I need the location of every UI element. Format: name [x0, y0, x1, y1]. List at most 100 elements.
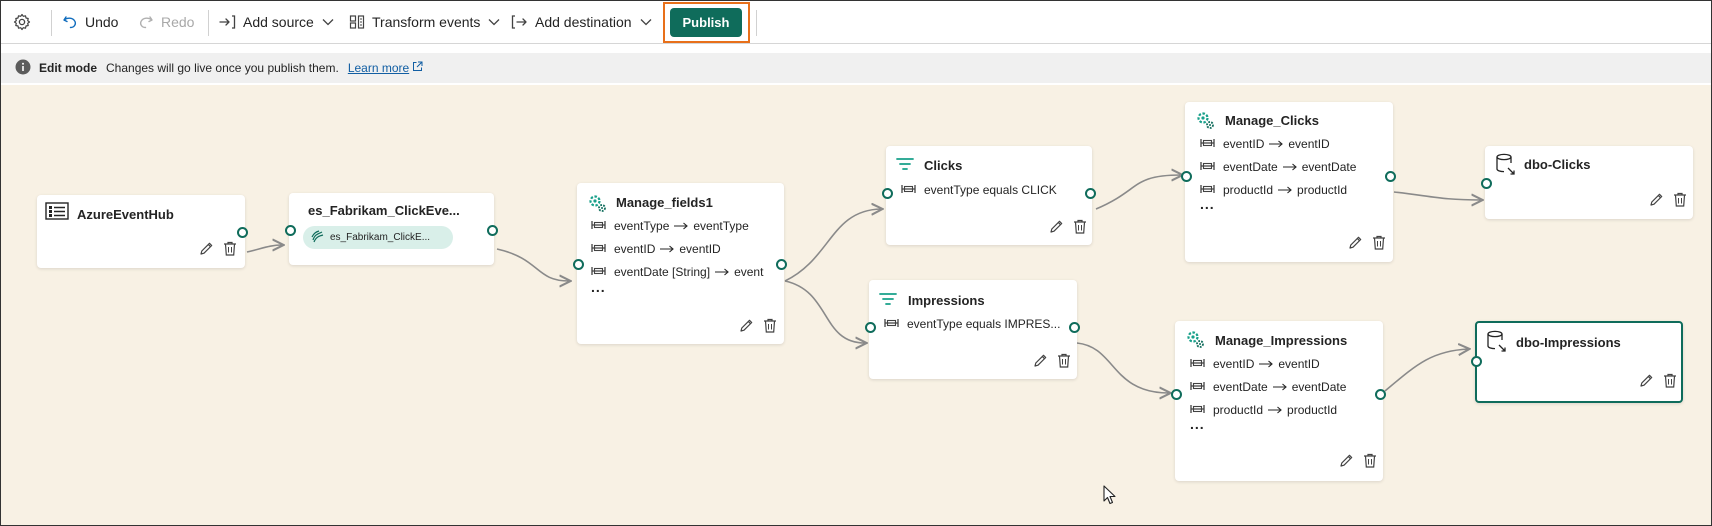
field-mapping-row: eventID eventID [1200, 137, 1330, 151]
undo-button[interactable]: Undo [62, 1, 118, 43]
add-source-icon [219, 14, 236, 30]
field-to: event [734, 265, 764, 279]
edit-icon[interactable] [1649, 192, 1664, 212]
filter-condition-row: eventType equals IMPRES... [884, 317, 1060, 331]
node-manage-clicks[interactable]: Manage_Clicks eventID eventID eventDate … [1181, 102, 1396, 262]
field-to: eventID [1278, 357, 1320, 371]
edit-mode-label: Edit mode [39, 61, 98, 75]
transform-events-button[interactable]: Transform events [349, 1, 500, 43]
learn-more-link[interactable]: Learn more [348, 61, 423, 75]
transform-events-label: Transform events [372, 14, 481, 30]
edit-icon[interactable] [1033, 353, 1048, 373]
learn-more-label: Learn more [347, 61, 410, 75]
arrow-right-icon [674, 219, 689, 233]
mouse-cursor-icon [1103, 485, 1117, 510]
stream-chip[interactable]: es_Fabrikam_ClickE... [303, 226, 453, 249]
output-port[interactable] [1069, 322, 1080, 333]
field-mapping-row: productId productId [1190, 403, 1337, 417]
redo-button[interactable]: Redo [138, 1, 194, 43]
connection-line [1095, 175, 1181, 210]
input-port[interactable] [573, 259, 584, 270]
input-port[interactable] [865, 322, 876, 333]
chevron-down-icon [640, 18, 652, 26]
delete-icon[interactable] [763, 318, 777, 338]
field-map-icon [901, 183, 916, 197]
add-source-button[interactable]: Add source [219, 1, 334, 43]
eventstream-icon [311, 229, 324, 246]
connection-line [784, 209, 881, 282]
delete-icon[interactable] [223, 241, 237, 261]
field-to: productId [1287, 403, 1338, 417]
add-destination-icon [511, 14, 528, 30]
edit-icon[interactable] [1348, 235, 1363, 255]
field-from: productId [1223, 183, 1274, 197]
edit-mode-banner: Edit mode Changes will go live once you … [1, 53, 1711, 83]
edit-icon[interactable] [1339, 453, 1354, 473]
output-port[interactable] [1375, 389, 1386, 400]
toolbar-divider [51, 10, 52, 36]
output-port[interactable] [487, 225, 498, 236]
field-from: eventDate [String] [614, 265, 711, 279]
field-mapping-row: eventID eventID [1190, 357, 1320, 371]
more-fields: ... [1190, 416, 1205, 432]
stream-chip-label: es_Fabrikam_ClickE... [330, 232, 431, 243]
edit-icon[interactable] [1639, 373, 1654, 393]
node-manage-impressions[interactable]: Manage_Impressions eventID eventID event… [1171, 321, 1386, 481]
edit-icon[interactable] [199, 241, 214, 261]
connection-line [1076, 342, 1169, 393]
arrow-right-icon [1269, 137, 1284, 151]
arrow-right-icon [715, 265, 729, 279]
input-port[interactable] [1481, 178, 1492, 189]
node-title: Manage_Clicks [1225, 113, 1319, 128]
info-icon [15, 59, 31, 78]
input-port[interactable] [1171, 389, 1182, 400]
field-map-icon [884, 317, 899, 331]
node-eventstream[interactable]: es_Fabrikam_ClickEve... es_Fabrikam_Clic… [285, 193, 498, 265]
toolbar-divider [756, 10, 757, 36]
undo-label: Undo [85, 14, 119, 30]
node-title: Clicks [924, 158, 963, 173]
node-impressions-filter[interactable]: Impressions eventType equals IMPRES... [865, 280, 1080, 379]
node-azure-event-hub[interactable]: AzureEventHub [37, 195, 248, 268]
delete-icon[interactable] [1673, 192, 1687, 212]
field-map-icon [591, 219, 606, 233]
add-destination-button[interactable]: Add destination [511, 1, 652, 43]
field-mapping-row: eventType eventType [591, 219, 749, 233]
delete-icon[interactable] [1363, 453, 1377, 473]
output-port[interactable] [776, 259, 787, 270]
input-port[interactable] [1181, 171, 1192, 182]
input-port[interactable] [882, 188, 893, 199]
field-map-icon [1190, 357, 1205, 371]
output-port[interactable] [1385, 171, 1396, 182]
arrow-right-icon [1268, 403, 1282, 417]
delete-icon[interactable] [1372, 235, 1386, 255]
delete-icon[interactable] [1073, 219, 1087, 239]
node-manage-fields1[interactable]: Manage_fields1 eventType eventType event… [573, 183, 787, 344]
input-port[interactable] [1471, 356, 1482, 367]
field-to: eventID [679, 242, 721, 256]
connections-layer [246, 85, 1711, 526]
delete-icon[interactable] [1057, 353, 1071, 373]
edit-icon[interactable] [739, 318, 754, 338]
input-port[interactable] [285, 225, 296, 236]
field-map-icon [591, 242, 606, 256]
redo-icon [138, 14, 154, 30]
node-dbo-impressions[interactable]: dbo-Impressions [1471, 321, 1683, 403]
field-to: eventType [693, 219, 749, 233]
node-dbo-clicks[interactable]: dbo-Clicks [1481, 146, 1693, 219]
flow-canvas[interactable]: AzureEventHub es_Fabrikam_ClickEve... es… [1, 85, 1711, 526]
delete-icon[interactable] [1663, 373, 1677, 393]
node-clicks-filter[interactable]: Clicks eventType equals CLICK [882, 146, 1096, 245]
field-to: productId [1297, 183, 1348, 197]
field-map-icon [1200, 160, 1215, 174]
field-mapping-row: eventID eventID [591, 242, 721, 256]
output-port[interactable] [1085, 188, 1096, 199]
edit-icon[interactable] [1049, 219, 1064, 239]
connection-line [246, 245, 282, 253]
publish-button[interactable]: Publish [670, 8, 742, 37]
field-map-icon [591, 265, 606, 279]
output-port[interactable] [237, 227, 248, 238]
field-to: eventDate [1291, 380, 1347, 394]
field-map-icon [1190, 380, 1205, 394]
settings-button[interactable] [13, 1, 31, 43]
